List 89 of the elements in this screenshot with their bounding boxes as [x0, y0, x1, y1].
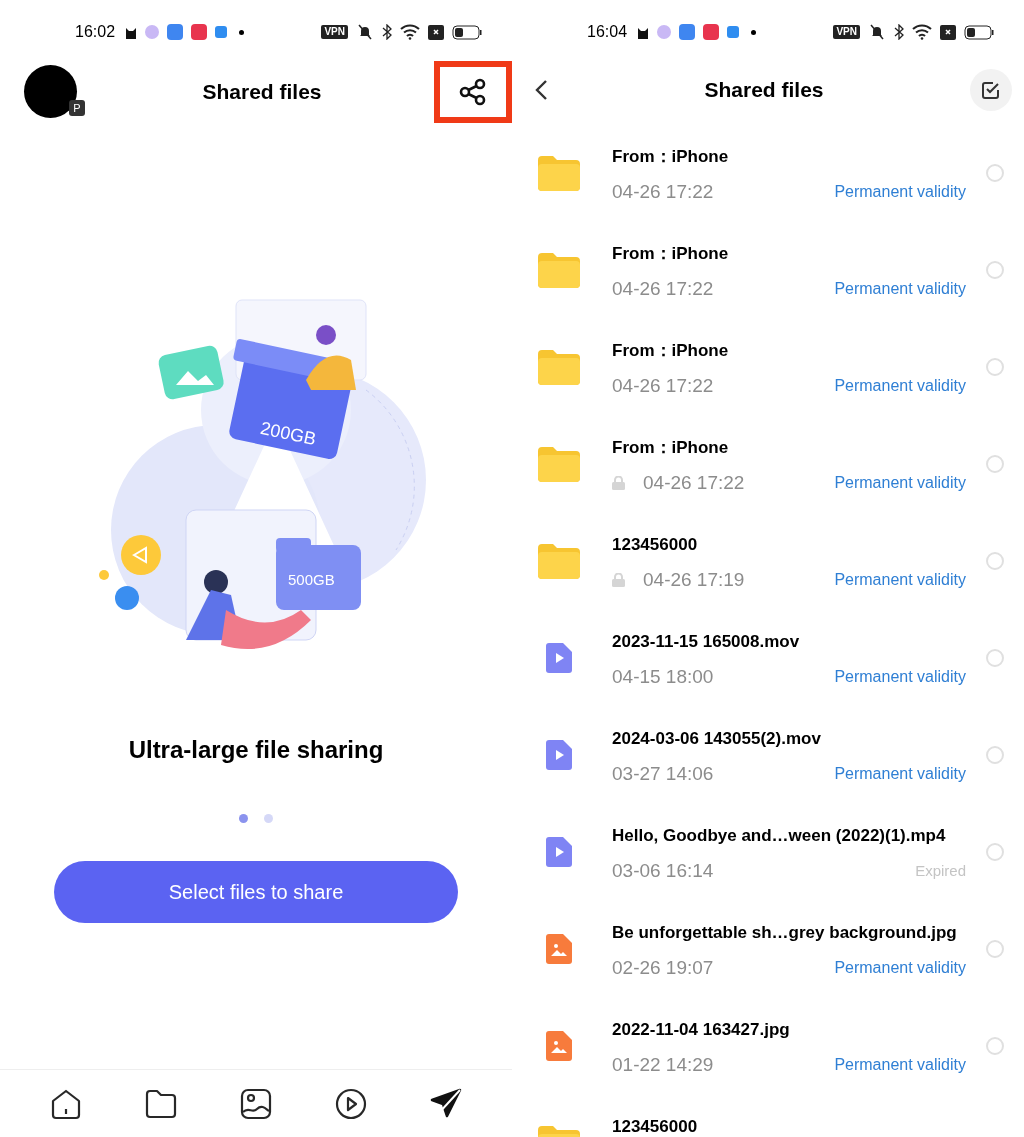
folder-icon — [538, 251, 580, 288]
vpn-badge: VPN — [321, 25, 348, 39]
file-name: 123456000 — [612, 1116, 699, 1137]
file-name: 2022-11-04 163427.jpg — [612, 1019, 791, 1041]
validity-label: Permanent validity — [834, 375, 966, 396]
file-name: From：iPhone — [612, 437, 730, 459]
select-radio[interactable] — [986, 260, 1004, 279]
lock-icon — [612, 475, 625, 490]
folder-icon — [538, 154, 580, 191]
wifi-icon — [912, 24, 932, 40]
app-icon — [191, 24, 208, 40]
file-date: 01-22 14:29 — [612, 1052, 714, 1077]
validity-label: Permanent validity — [834, 1054, 966, 1075]
checkbox-icon — [981, 80, 1001, 100]
app-icon — [727, 26, 740, 38]
validity-label: Permanent validity — [834, 763, 966, 784]
folder-icon — [538, 445, 580, 482]
lock-icon — [612, 572, 625, 587]
select-mode-button[interactable] — [970, 69, 1012, 111]
file-date: 03-06 16:14 — [612, 858, 714, 883]
file-date: 04-15 18:00 — [612, 664, 714, 689]
status-time: 16:04 — [587, 22, 628, 42]
app-icon — [679, 24, 696, 40]
image-file-icon — [546, 933, 572, 964]
battery-icon — [964, 24, 994, 40]
app-icon — [703, 24, 720, 40]
mute-icon — [868, 24, 886, 40]
storage-label: 500GB — [288, 571, 335, 588]
select-files-button[interactable]: Select files to share — [54, 861, 458, 923]
bluetooth-icon — [894, 24, 904, 40]
app-icon — [145, 25, 160, 39]
avatar-badge: P — [69, 100, 85, 116]
file-name: 2024-03-06 143055(2).mov — [612, 728, 822, 750]
status-time: 16:02 — [75, 22, 116, 42]
file-date: 04-26 17:22 — [643, 470, 745, 495]
select-radio[interactable] — [986, 454, 1004, 473]
select-radio[interactable] — [986, 842, 1004, 861]
validity-label: Permanent validity — [834, 278, 966, 299]
select-radio[interactable] — [986, 648, 1004, 667]
file-name: From：iPhone — [612, 340, 730, 362]
validity-label: Permanent validity — [834, 957, 966, 978]
file-date: 03-27 14:06 — [612, 761, 714, 786]
vpn-badge: VPN — [833, 25, 860, 39]
file-name: Hello, Goodbye and…ween (2022)(1).mp4 — [612, 825, 947, 847]
feature-title: Ultra-large file sharing — [127, 735, 385, 765]
file-name: From：iPhone — [612, 146, 730, 168]
video-file-icon — [546, 642, 572, 673]
video-file-icon — [546, 836, 572, 867]
validity-label: Permanent validity — [834, 472, 966, 493]
mute-icon — [356, 24, 374, 40]
share-button[interactable] — [434, 61, 512, 123]
app-icon — [657, 25, 672, 39]
play-icon[interactable] — [334, 1086, 369, 1121]
select-radio[interactable] — [986, 357, 1004, 376]
file-date: 04-26 17:22 — [612, 373, 714, 398]
image-file-icon — [546, 1030, 572, 1061]
file-name: Be unforgettable sh…grey background.jpg — [612, 922, 958, 944]
select-radio[interactable] — [986, 939, 1004, 958]
file-date: 02-26 19:07 — [612, 955, 714, 980]
select-radio[interactable] — [986, 163, 1004, 182]
share-icon — [459, 78, 487, 106]
back-icon — [534, 79, 548, 101]
select-radio[interactable] — [986, 1036, 1004, 1055]
cat-icon — [637, 25, 650, 39]
image-icon[interactable] — [238, 1086, 273, 1121]
app-icon — [167, 24, 184, 40]
video-file-icon — [546, 739, 572, 770]
cat-icon — [125, 25, 138, 39]
file-name: 2023-11-15 165008.mov — [612, 631, 801, 653]
validity-label: Permanent validity — [834, 181, 966, 202]
bluetooth-icon — [382, 24, 392, 40]
validity-label: Permanent validity — [834, 569, 966, 590]
file-name: From：iPhone — [612, 243, 730, 265]
validity-label: Permanent validity — [834, 666, 966, 687]
file-date: 04-26 17:22 — [612, 276, 714, 301]
file-name: 123456000 — [612, 534, 699, 556]
storage-label: 200GB — [258, 417, 318, 450]
wifi-icon — [400, 24, 420, 40]
validity-label: Expired — [915, 860, 966, 881]
app-icon — [215, 26, 228, 38]
screen-title: Shared files — [201, 79, 323, 106]
screen-title: Shared files — [703, 77, 825, 104]
file-date: 04-26 17:19 — [643, 567, 745, 592]
file-date: 04-26 17:22 — [612, 179, 714, 204]
folder-icon — [538, 542, 580, 579]
folder-icon — [538, 348, 580, 385]
select-radio[interactable] — [986, 551, 1004, 570]
select-radio[interactable] — [986, 745, 1004, 764]
battery-icon — [452, 24, 482, 40]
